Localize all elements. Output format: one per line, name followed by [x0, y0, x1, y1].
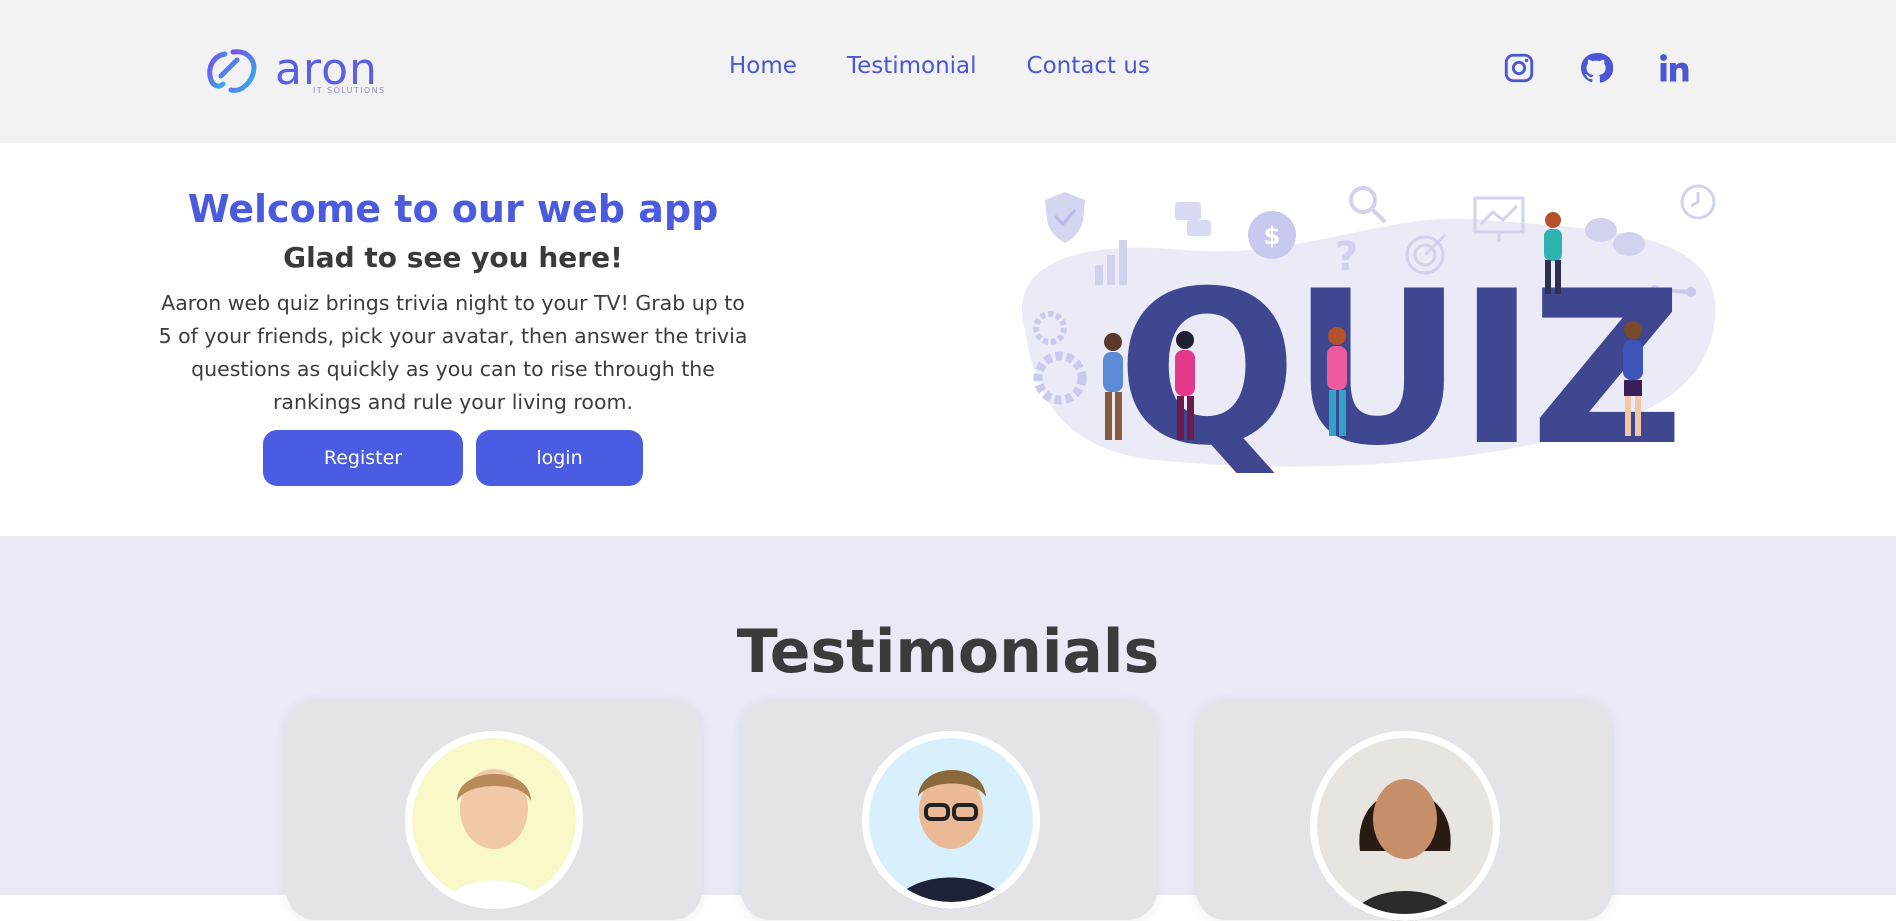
avatar-photo: [862, 731, 1040, 909]
nav-testimonial-link[interactable]: Testimonial: [847, 53, 977, 79]
hero-description: Aaron web quiz brings trivia night to yo…: [158, 291, 748, 414]
instagram-icon[interactable]: [1502, 51, 1536, 85]
quiz-illustration: $ ? QUIZ: [1021, 184, 1716, 480]
main-nav: Home Testimonial Contact us: [729, 53, 1150, 79]
nav-contact-link[interactable]: Contact us: [1027, 53, 1150, 79]
magnifier-icon: [1349, 186, 1387, 224]
avatar-photo: [405, 731, 583, 909]
clock-icon: [1680, 184, 1716, 220]
linkedin-icon[interactable]: [1657, 51, 1691, 85]
nav-home-link[interactable]: Home: [729, 53, 797, 79]
github-icon[interactable]: [1579, 51, 1613, 85]
hero-text-block: Welcome to our web app Glad to see you h…: [150, 185, 756, 419]
hero-subtitle: Glad to see you here!: [283, 241, 623, 274]
avatar: [1310, 731, 1500, 921]
avatar: [862, 731, 1040, 909]
testimonials-section: Testimonials: [0, 536, 1896, 921]
avatar-photo: [1310, 731, 1500, 921]
chat-bubbles-icon: [1175, 202, 1211, 236]
hero-title: Welcome to our web app: [187, 187, 719, 231]
logo-subtitle: IT SOLUTIONS: [313, 86, 386, 95]
register-button[interactable]: Register: [263, 430, 463, 486]
shield-icon: [1045, 192, 1085, 243]
brand-logo[interactable]: aron IT SOLUTIONS: [203, 46, 403, 98]
site-header: aron IT SOLUTIONS Home Testimonial Conta…: [0, 0, 1896, 143]
testimonials-title: Testimonials: [736, 617, 1160, 687]
avatar: [405, 731, 583, 909]
login-button[interactable]: login: [476, 430, 643, 486]
quiz-art-text: QUIZ: [1117, 245, 1678, 480]
logo-mark-icon: [207, 49, 257, 93]
